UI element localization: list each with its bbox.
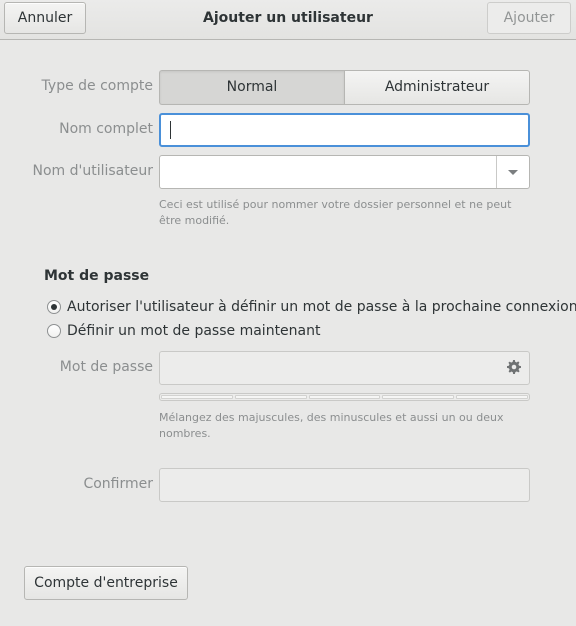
account-type-switcher: Normal Administrateur xyxy=(159,70,530,105)
gear-icon-graphic xyxy=(507,360,521,374)
password-input[interactable] xyxy=(159,351,530,385)
full-name-label: Nom complet xyxy=(59,121,153,137)
radio-button-checked[interactable] xyxy=(47,300,61,314)
chevron-down-icon[interactable] xyxy=(508,170,518,175)
password-section-title: Mot de passe xyxy=(44,268,150,284)
password-hint: Mélangez des majuscules, des minuscules … xyxy=(159,411,504,440)
radio-button-unchecked[interactable] xyxy=(47,324,61,338)
add-button[interactable]: Ajouter xyxy=(487,2,571,34)
enterprise-account-button[interactable]: Compte d'entreprise xyxy=(24,566,188,600)
strength-segment xyxy=(456,395,528,399)
text-caret xyxy=(170,121,171,139)
strength-segment xyxy=(234,395,307,399)
strength-segment xyxy=(161,395,233,399)
username-hint: Ceci est utilisé pour nommer votre dossi… xyxy=(159,198,512,227)
strength-segment xyxy=(308,395,381,399)
radio-set-password-now[interactable]: Définir un mot de passe maintenant xyxy=(47,321,320,341)
username-label: Nom d'utilisateur xyxy=(32,163,154,179)
account-type-normal-button[interactable]: Normal xyxy=(159,70,344,105)
header-bar: Annuler Ajouter un utilisateur Ajouter xyxy=(0,0,576,40)
combo-separator xyxy=(496,156,497,188)
account-type-label: Type de compte xyxy=(41,78,153,94)
password-label: Mot de passe xyxy=(59,359,153,375)
radio-label-now: Définir un mot de passe maintenant xyxy=(67,323,321,339)
gear-icon[interactable] xyxy=(506,360,522,376)
add-user-dialog: Annuler Ajouter un utilisateur Ajouter T… xyxy=(0,0,576,626)
confirm-password-input[interactable] xyxy=(159,468,530,502)
radio-set-password-later[interactable]: Autoriser l'utilisateur à définir un mot… xyxy=(47,297,576,317)
username-combo[interactable] xyxy=(159,155,530,189)
confirm-label: Confirmer xyxy=(83,476,153,492)
full-name-input[interactable] xyxy=(159,113,530,147)
strength-segment xyxy=(382,395,455,399)
password-strength-meter xyxy=(159,393,530,401)
account-type-admin-button[interactable]: Administrateur xyxy=(344,70,530,105)
radio-label-later: Autoriser l'utilisateur à définir un mot… xyxy=(67,299,576,315)
